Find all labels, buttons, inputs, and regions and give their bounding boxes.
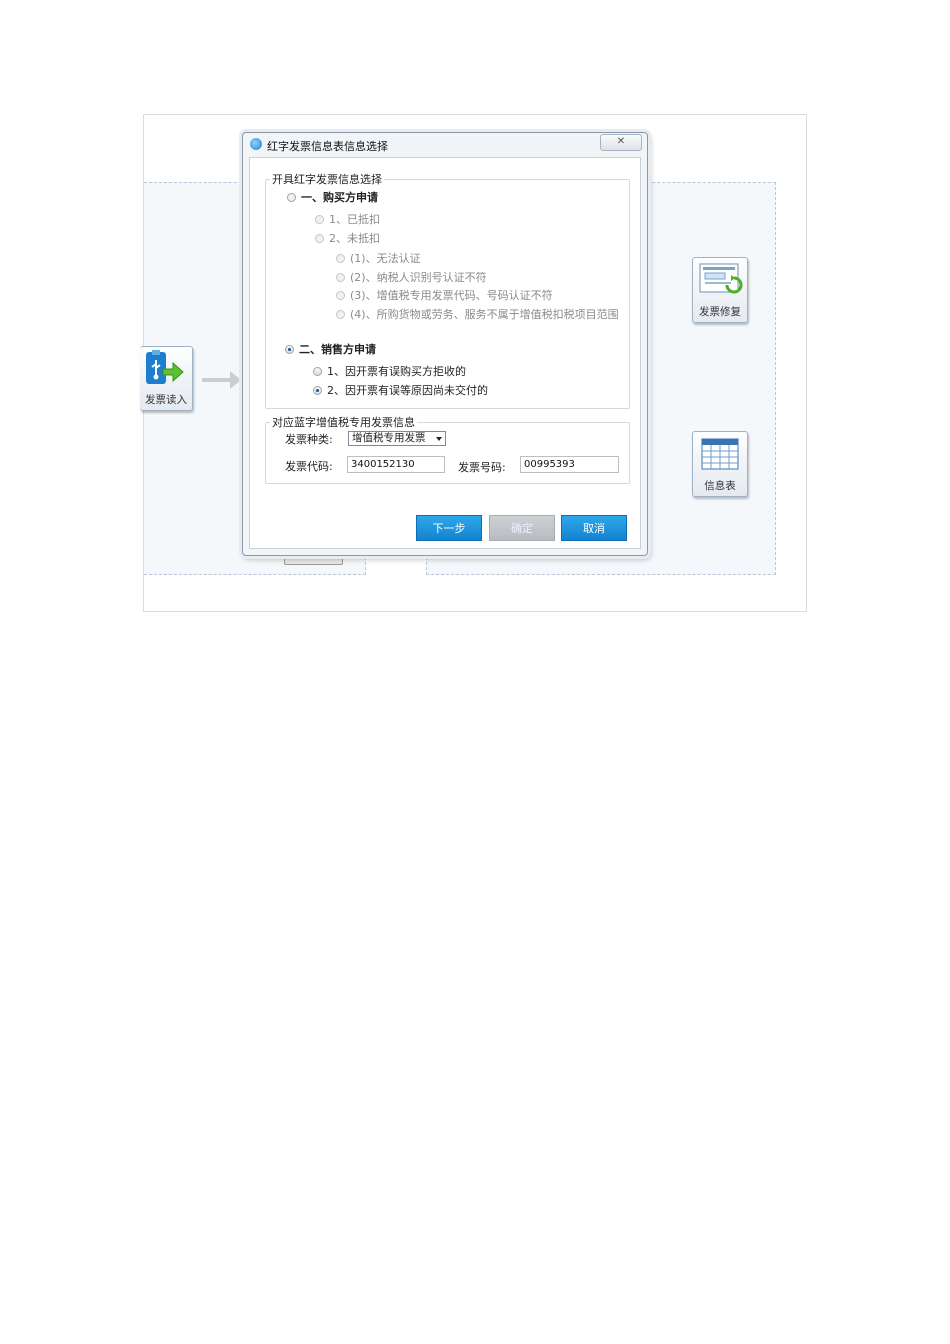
invoice-code-field[interactable]: 3400152130	[347, 456, 445, 473]
radio-sub-option-4: (4)、所购货物或劳务、服务不属于增值税扣税项目范围	[336, 306, 619, 322]
red-invoice-info-dialog: 红字发票信息表信息选择 ✕ 开具红字发票信息选择 一、购买方申请 1、已抵扣 2…	[242, 132, 648, 556]
info-table-tile[interactable]: 信息表	[692, 431, 748, 497]
group-legend: 对应蓝字增值税专用发票信息	[272, 416, 415, 429]
tile-label: 发票读入	[145, 394, 187, 406]
invoice-repair-tile[interactable]: 发票修复	[692, 257, 748, 323]
radio-seller-application[interactable]: 二、销售方申请	[285, 341, 376, 357]
radio-dot	[287, 192, 296, 202]
radio-buyer-not-deducted: 2、未抵扣	[315, 230, 380, 246]
dialog-titlebar: 红字发票信息表信息选择 ✕	[243, 133, 647, 155]
chevron-down-icon	[436, 437, 442, 441]
invoice-code-label: 发票代码:	[285, 460, 333, 473]
confirm-button[interactable]: 确定	[489, 515, 555, 541]
radio-sub-option-1: (1)、无法认证	[336, 250, 421, 266]
radio-dot	[313, 385, 322, 395]
radio-dot	[313, 366, 322, 376]
dialog-title: 红字发票信息表信息选择	[267, 140, 388, 153]
group-legend: 开具红字发票信息选择	[272, 173, 382, 186]
next-step-button[interactable]: 下一步	[416, 515, 482, 541]
radio-sub-option-2: (2)、纳税人识别号认证不符	[336, 269, 487, 285]
invoice-import-tile[interactable]: 发票读入	[140, 346, 193, 411]
dialog-body: 开具红字发票信息选择 一、购买方申请 1、已抵扣 2、未抵扣 (1)、无法认证 …	[249, 157, 641, 549]
radio-dot	[285, 344, 294, 354]
invoice-type-label: 发票种类:	[285, 433, 333, 446]
table-icon	[701, 438, 739, 470]
app-logo-icon	[250, 138, 262, 150]
invoice-number-field[interactable]: 00995393	[520, 456, 619, 473]
arrow-right-icon	[202, 371, 241, 389]
radio-buyer-deducted: 1、已抵扣	[315, 211, 380, 227]
close-icon: ✕	[616, 136, 626, 147]
radio-buyer-application[interactable]: 一、购买方申请	[287, 189, 378, 205]
invoice-type-select[interactable]: 增值税专用发票	[348, 431, 446, 446]
cancel-button[interactable]: 取消	[561, 515, 627, 541]
tile-label: 信息表	[704, 480, 736, 492]
tile-label: 发票修复	[699, 306, 741, 318]
radio-seller-rejected[interactable]: 1、因开票有误购买方拒收的	[313, 363, 466, 379]
radio-seller-not-delivered[interactable]: 2、因开票有误等原因尚未交付的	[313, 382, 488, 398]
close-button[interactable]: ✕	[600, 134, 642, 151]
usb-import-icon	[146, 350, 184, 384]
invoice-repair-icon	[699, 263, 743, 294]
invoice-number-label: 发票号码:	[458, 461, 506, 474]
radio-sub-option-3: (3)、增值税专用发票代码、号码认证不符	[336, 287, 553, 303]
